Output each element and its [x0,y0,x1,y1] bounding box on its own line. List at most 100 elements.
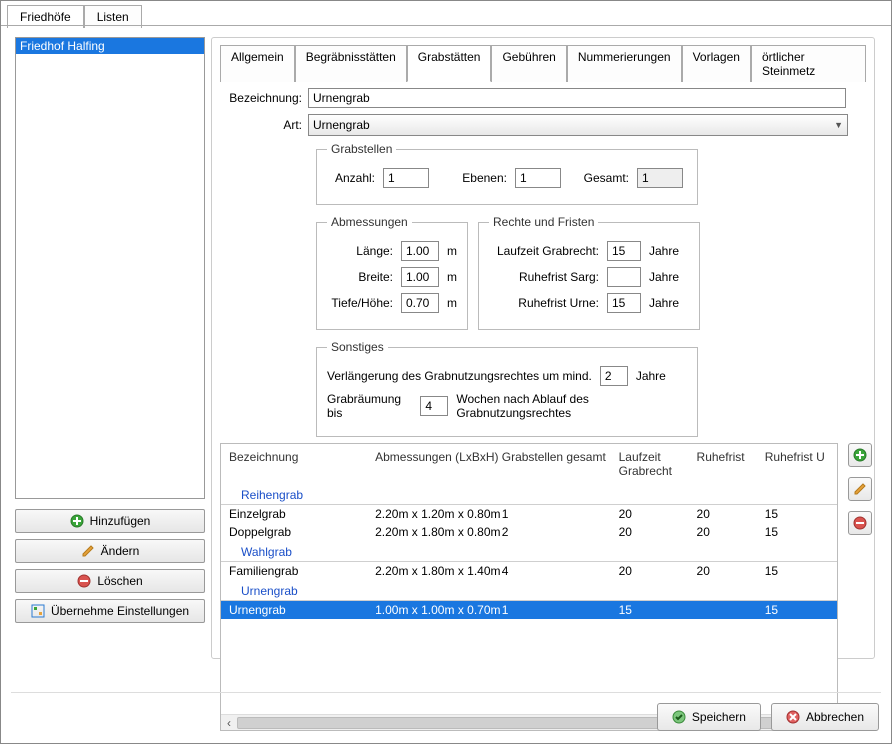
tab-steinmetz[interactable]: örtlicher Steinmetz [751,45,866,82]
legend-abmessungen: Abmessungen [327,215,412,229]
cancel-label: Abbrechen [806,710,864,724]
grave-type-grid[interactable]: Bezeichnung Abmessungen (LxBxH) Grabstel… [220,443,838,731]
laenge-input[interactable] [401,241,439,261]
two-col: Abmessungen Länge: m Breite: m Tiefe/Höh… [220,211,866,336]
art-select[interactable]: Urnengrab ▼ [308,114,848,136]
art-row: Art: Urnengrab ▼ [220,114,866,136]
cell-bez: Familiengrab [229,564,375,578]
cell-ru: 15 [765,564,829,578]
sarg-input[interactable] [607,267,641,287]
cell-gs: 1 [502,507,619,521]
add-cemetery-button[interactable]: Hinzufügen [15,509,205,533]
adopt-icon [31,604,45,618]
outer-tabs-divider [1,25,891,26]
table-row[interactable]: Doppelgrab 2.20m x 1.80m x 0.80m 2 20 20… [221,523,837,541]
art-select-value: Urnengrab [313,118,370,132]
adopt-settings-button[interactable]: Übernehme Einstellungen [15,599,205,623]
tab-gebuehren[interactable]: Gebühren [491,45,566,82]
plus-icon [853,448,867,462]
delete-cemetery-button[interactable]: Löschen [15,569,205,593]
urne-label: Ruhefrist Urne: [489,296,599,310]
table-row[interactable]: Familiengrab 2.20m x 1.80m x 1.40m 4 20 … [221,562,837,580]
grid-header: Bezeichnung Abmessungen (LxBxH) Grabstel… [221,444,837,484]
cancel-button[interactable]: Abbrechen [771,703,879,731]
group-urnengrab[interactable]: Urnengrab [221,580,837,601]
cell-gs: 1 [502,603,619,617]
cemetery-list[interactable]: Friedhof Halfing [15,37,205,499]
cell-gs: 2 [502,525,619,539]
grave-type-grid-wrap: Bezeichnung Abmessungen (LxBxH) Grabstel… [220,443,866,731]
tiefe-input[interactable] [401,293,439,313]
cell-abm: 2.20m x 1.80m x 0.80m [375,525,502,539]
tab-vorlagen[interactable]: Vorlagen [682,45,751,82]
edit-cemetery-button[interactable]: Ändern [15,539,205,563]
cell-lr: 15 [619,603,697,617]
grabrecht-label: Laufzeit Grabrecht: [489,244,599,258]
delete-row-button[interactable] [848,511,872,535]
cell-bez: Einzelgrab [229,507,375,521]
table-row[interactable]: Einzelgrab 2.20m x 1.20m x 0.80m 1 20 20… [221,505,837,523]
cell-ru: 15 [765,507,829,521]
fieldset-abmessungen: Abmessungen Länge: m Breite: m Tiefe/Höh… [316,215,468,330]
verlaengerung-input[interactable] [600,366,628,386]
ebenen-input[interactable] [515,168,561,188]
urne-input[interactable] [607,293,641,313]
anzahl-input[interactable] [383,168,429,188]
cell-abm: 2.20m x 1.80m x 1.40m [375,564,502,578]
save-button[interactable]: Speichern [657,703,761,731]
cell-rf [697,603,765,617]
cell-rf: 20 [697,507,765,521]
tab-allgemein[interactable]: Allgemein [220,45,295,82]
col-ruhefrist[interactable]: Ruhefrist [697,450,765,478]
group-reihengrab[interactable]: Reihengrab [221,484,837,505]
raeumung-pre: Grabräumung bis [327,392,412,420]
group-wahlgrab[interactable]: Wahlgrab [221,541,837,562]
col-abmessungen[interactable]: Abmessungen (LxBxH) [375,450,502,478]
anzahl-label: Anzahl: [327,171,375,185]
tab-begraebnisstaetten[interactable]: Begräbnisstätten [295,45,407,82]
bezeichnung-label: Bezeichnung: [220,91,308,105]
adopt-settings-label: Übernehme Einstellungen [51,604,189,618]
bezeichnung-input[interactable] [308,88,846,108]
gesamt-label: Gesamt: [569,171,629,185]
col-laufzeit[interactable]: Laufzeit Grabrecht [619,450,697,478]
edit-row-button[interactable] [848,477,872,501]
breite-input[interactable] [401,267,439,287]
col-grabstellen[interactable]: Grabstellen gesamt [502,450,619,478]
bottom-bar: Speichern Abbrechen [657,703,879,731]
legend-rechte: Rechte und Fristen [489,215,598,229]
cell-lr: 20 [619,507,697,521]
cemetery-item[interactable]: Friedhof Halfing [16,38,204,54]
cell-rf: 20 [697,525,765,539]
right-panel: Allgemein Begräbnisstätten Grabstätten G… [211,37,875,659]
cell-lr: 20 [619,525,697,539]
cell-rf: 20 [697,564,765,578]
tab-grabstaetten[interactable]: Grabstätten [407,45,492,82]
cell-abm: 2.20m x 1.20m x 0.80m [375,507,502,521]
scroll-left-icon[interactable]: ‹ [221,716,237,730]
table-row[interactable]: Urnengrab 1.00m x 1.00m x 0.70m 1 15 15 [221,601,837,619]
edit-cemetery-label: Ändern [101,544,140,558]
fieldset-sonstiges: Sonstiges Verlängerung des Grabnutzungsr… [316,340,698,437]
breite-label: Breite: [327,270,393,284]
col-ruhefrist-u[interactable]: Ruhefrist U [765,450,829,478]
legend-sonstiges: Sonstiges [327,340,388,354]
raeumung-input[interactable] [420,396,448,416]
cell-bez: Doppelgrab [229,525,375,539]
add-row-button[interactable] [848,443,872,467]
plus-icon [70,514,84,528]
cell-ru: 15 [765,603,829,617]
main-window: Friedhöfe Listen Friedhof Halfing Hinzuf… [0,0,892,744]
cell-ru: 15 [765,525,829,539]
tab-nummerierungen[interactable]: Nummerierungen [567,45,682,82]
bezeichnung-row: Bezeichnung: [220,88,866,108]
raeumung-post: Wochen nach Ablauf des Grabnutzungsrecht… [456,392,687,420]
legend-grabstellen: Grabstellen [327,142,396,156]
left-buttons: Hinzufügen Ändern Löschen Übernehme Eins… [15,509,205,623]
verlaengerung-pre: Verlängerung des Grabnutzungsrechtes um … [327,369,592,383]
close-icon [786,710,800,724]
add-cemetery-label: Hinzufügen [90,514,151,528]
inner-tabs: Allgemein Begräbnisstätten Grabstätten G… [220,44,866,82]
grabrecht-input[interactable] [607,241,641,261]
col-bezeichnung[interactable]: Bezeichnung [229,450,375,478]
